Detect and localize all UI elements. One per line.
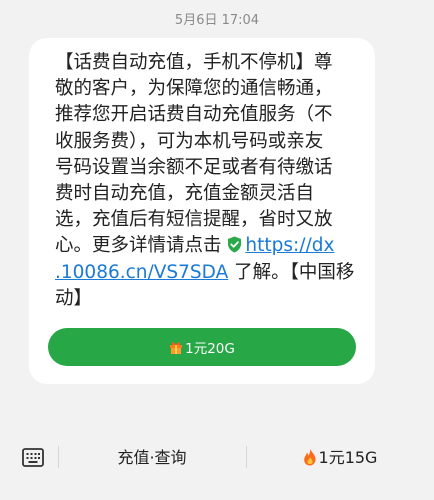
recharge-offer-label: 1元20G (185, 341, 235, 357)
message-bubble: 【话费自动充值，手机不停机】尊 敬的客户，为保障您的通信畅通， 推荐您开启话费自… (29, 38, 375, 384)
message-line: 动】 (55, 287, 93, 309)
menu-item-offer-label: 1元15G (318, 448, 378, 467)
message-text: 心。更多详情请点击 (55, 235, 228, 257)
menu-divider (58, 446, 59, 468)
message-body: 【话费自动充值，手机不停机】尊 敬的客户，为保障您的通信畅通， 推荐您开启话费自… (55, 50, 377, 312)
message-text: 了解。【中国移 (228, 261, 355, 283)
message-line: 号码设置当余额不足或者有待缴话 (55, 156, 333, 178)
message-line: 选，充值后有短信提醒，省时又放 (55, 209, 333, 231)
message-link[interactable]: https://dx (245, 235, 334, 256)
keyboard-icon[interactable] (22, 448, 44, 467)
message-link[interactable]: .10086.cn/VS7SDA (55, 262, 228, 283)
menu-item-recharge-query[interactable]: 充值·查询 (64, 446, 240, 470)
message-line: 费时自动充值，充值金额灵活自 (55, 183, 315, 205)
message-line: 推荐您开启话费自动充值服务（不 (55, 104, 333, 126)
recharge-offer-button[interactable]: 1元20G (48, 328, 356, 366)
verified-shield-icon (228, 236, 242, 253)
message-timestamp: 5月6日 17:04 (174, 13, 260, 28)
fire-icon (303, 448, 316, 466)
gift-icon (170, 341, 183, 354)
message-line: 【话费自动充值，手机不停机】尊 (55, 52, 333, 73)
menu-item-offer[interactable]: 1元15G (252, 446, 428, 470)
message-line: .10086.cn/VS7SDA 了解。【中国移 (55, 260, 377, 286)
message-line: 敬的客户，为保障您的通信畅通， (55, 78, 333, 100)
bottom-menu-bar: 充值·查询 1元15G (0, 420, 434, 500)
message-line: 收服务费），可为本机号码或亲友 (55, 130, 324, 152)
menu-divider (246, 446, 247, 468)
message-line: 心。更多详情请点击 https://dx (55, 233, 377, 259)
